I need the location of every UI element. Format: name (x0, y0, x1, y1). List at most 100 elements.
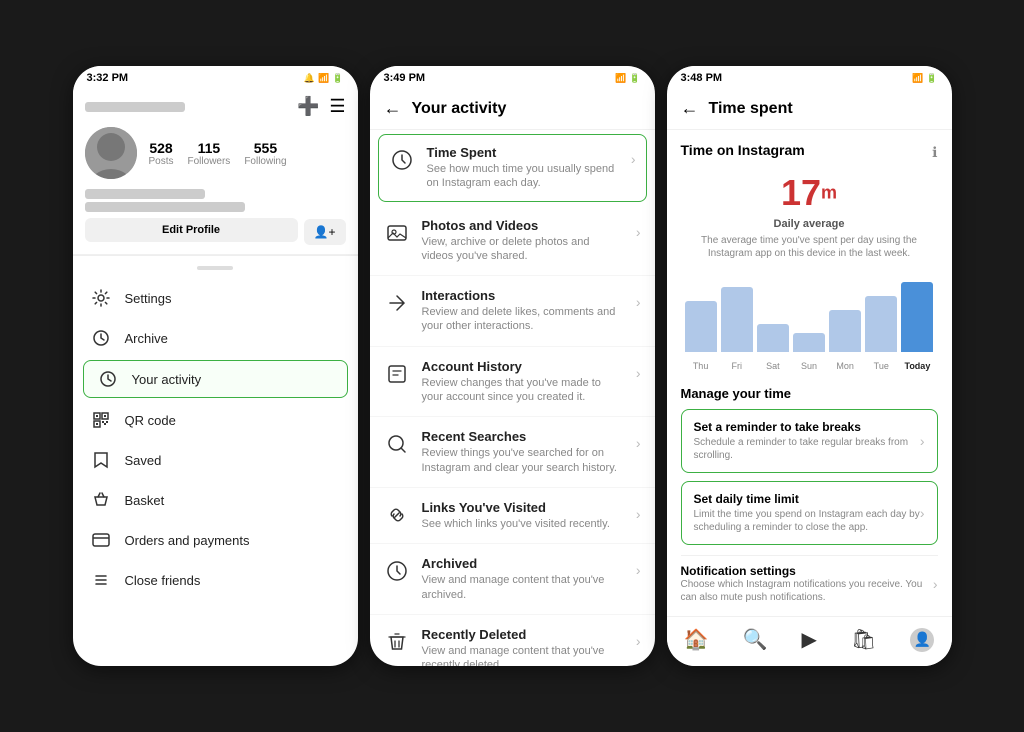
bar-fri (721, 287, 753, 352)
status-icons-1: 🔔 📶 🔋 (304, 73, 344, 84)
activity-item-interactions[interactable]: Interactions Review and delete likes, co… (370, 276, 655, 347)
activity-item-recently-deleted[interactable]: Recently Deleted View and manage content… (370, 615, 655, 666)
bar-sun (793, 333, 825, 352)
page-header-3: ← Time spent (667, 88, 952, 130)
chevron-icon: › (636, 633, 641, 649)
activity-item-time-spent[interactable]: Time Spent See how much time you usually… (378, 134, 647, 202)
add-icon[interactable]: ➕ (297, 96, 319, 117)
page-title-3: Time spent (709, 100, 793, 118)
card-icon (91, 530, 111, 550)
reminder-item[interactable]: Set a reminder to take breaks Schedule a… (681, 409, 938, 473)
activity-item-photos[interactable]: Photos and Videos View, archive or delet… (370, 206, 655, 277)
profile-nav-icon[interactable]: 👤 (910, 628, 934, 652)
daily-avg-label: Daily average (681, 218, 938, 230)
time-icon (389, 147, 415, 173)
posts-stat: 528 Posts (149, 140, 174, 167)
qr-code-label: QR code (125, 413, 176, 428)
daily-limit-item[interactable]: Set daily time limit Limit the time you … (681, 481, 938, 545)
activity-item-recent-searches[interactable]: Recent Searches Review things you've sea… (370, 417, 655, 488)
orders-label: Orders and payments (125, 533, 250, 548)
dropdown-menu: Settings Archive Your activity (73, 255, 358, 606)
chevron-icon: › (636, 294, 641, 310)
trash-icon (384, 629, 410, 655)
phone-3: 3:48 PM 📶 🔋 ← Time spent Time on Instagr… (667, 66, 952, 666)
home-nav-icon[interactable]: 🏠 (684, 627, 709, 652)
chart-label-fri: Fri (731, 361, 742, 371)
chart-label-sun: Sun (801, 361, 817, 371)
status-icons-2: 📶 🔋 (615, 73, 640, 84)
account-history-text: Account History Review changes that you'… (422, 359, 624, 405)
menu-item-your-activity[interactable]: Your activity (83, 360, 348, 398)
time-value: 17 (781, 172, 821, 213)
chevron-icon: › (933, 576, 938, 592)
time-spent-text: Time Spent See how much time you usually… (427, 145, 619, 191)
status-bar-1: 3:32 PM 🔔 📶 🔋 (73, 66, 358, 88)
menu-item-orders[interactable]: Orders and payments (73, 520, 358, 560)
activity-list: Time Spent See how much time you usually… (370, 130, 655, 666)
manage-section: Manage your time Set a reminder to take … (681, 386, 938, 545)
activity-item-account-history[interactable]: Account History Review changes that you'… (370, 347, 655, 418)
status-icons-3: 📶 🔋 (912, 73, 937, 84)
interactions-text: Interactions Review and delete likes, co… (422, 288, 624, 334)
bar-today (901, 282, 933, 352)
chevron-icon: › (636, 562, 641, 578)
chart-bar-mon (829, 310, 861, 352)
menu-item-archive[interactable]: Archive (73, 318, 358, 358)
saved-label: Saved (125, 453, 162, 468)
settings-label: Settings (125, 291, 172, 306)
status-bar-3: 3:48 PM 📶 🔋 (667, 66, 952, 88)
search-nav-icon[interactable]: 🔍 (743, 627, 768, 652)
status-time-1: 3:32 PM (87, 72, 129, 84)
chart-bar-sat (757, 324, 789, 352)
avg-desc: The average time you've spent per day us… (681, 234, 938, 260)
reels-nav-icon[interactable]: ▶ (802, 627, 817, 652)
chevron-icon: › (636, 506, 641, 522)
menu-item-settings[interactable]: Settings (73, 278, 358, 318)
status-bar-2: 3:49 PM 📶 🔋 (370, 66, 655, 88)
chart-label-today: Today (904, 361, 930, 371)
photos-text: Photos and Videos View, archive or delet… (422, 218, 624, 264)
chart-container (681, 272, 938, 352)
shop-nav-icon[interactable]: 🛍 (851, 627, 876, 652)
menu-item-basket[interactable]: Basket (73, 480, 358, 520)
link-icon (384, 502, 410, 528)
info-icon[interactable]: ℹ (932, 144, 937, 161)
chevron-icon: › (920, 505, 925, 521)
add-person-button[interactable]: 👤+ (304, 219, 346, 245)
chart-bar-fri (721, 287, 753, 352)
qr-icon (91, 410, 111, 430)
chart-bar-sun (793, 333, 825, 352)
menu-item-qr-code[interactable]: QR code (73, 400, 358, 440)
chevron-icon: › (636, 224, 641, 240)
page-header-2: ← Your activity (370, 88, 655, 130)
menu-item-saved[interactable]: Saved (73, 440, 358, 480)
profile-top-bar: ➕ ☰ (85, 96, 346, 117)
page-title-2: Your activity (412, 100, 507, 118)
list-icon (91, 570, 111, 590)
manage-title: Manage your time (681, 386, 938, 401)
close-friends-label: Close friends (125, 573, 201, 588)
profile-header: ➕ ☰ 528 Posts 115 Followers (73, 88, 358, 255)
chart-bar-tue (865, 296, 897, 352)
menu-icon[interactable]: ☰ (329, 96, 345, 117)
notification-settings: Notification settings Choose which Insta… (681, 555, 938, 612)
menu-item-close-friends[interactable]: Close friends (73, 560, 358, 600)
edit-profile-button[interactable]: Edit Profile (85, 218, 298, 242)
activity-item-archived[interactable]: Archived View and manage content that yo… (370, 544, 655, 615)
followers-stat: 115 Followers (188, 140, 231, 167)
notif-item[interactable]: Notification settings Choose which Insta… (681, 555, 938, 612)
basket-icon (91, 490, 111, 510)
status-time-2: 3:49 PM (384, 72, 426, 84)
bar-mon (829, 310, 861, 352)
chart-label-mon: Mon (836, 361, 854, 371)
time-spent-content: Time on Instagram ℹ 17m Daily average Th… (667, 130, 952, 666)
bookmark-icon (91, 450, 111, 470)
section-title: Time on Instagram (681, 142, 805, 158)
basket-label: Basket (125, 493, 165, 508)
back-button-2[interactable]: ← (384, 98, 402, 119)
activity-item-links[interactable]: Links You've Visited See which links you… (370, 488, 655, 544)
activity-icon (98, 369, 118, 389)
back-button-3[interactable]: ← (681, 98, 699, 119)
interactions-icon (384, 290, 410, 316)
phone-1: 3:32 PM 🔔 📶 🔋 ➕ ☰ (73, 66, 358, 666)
